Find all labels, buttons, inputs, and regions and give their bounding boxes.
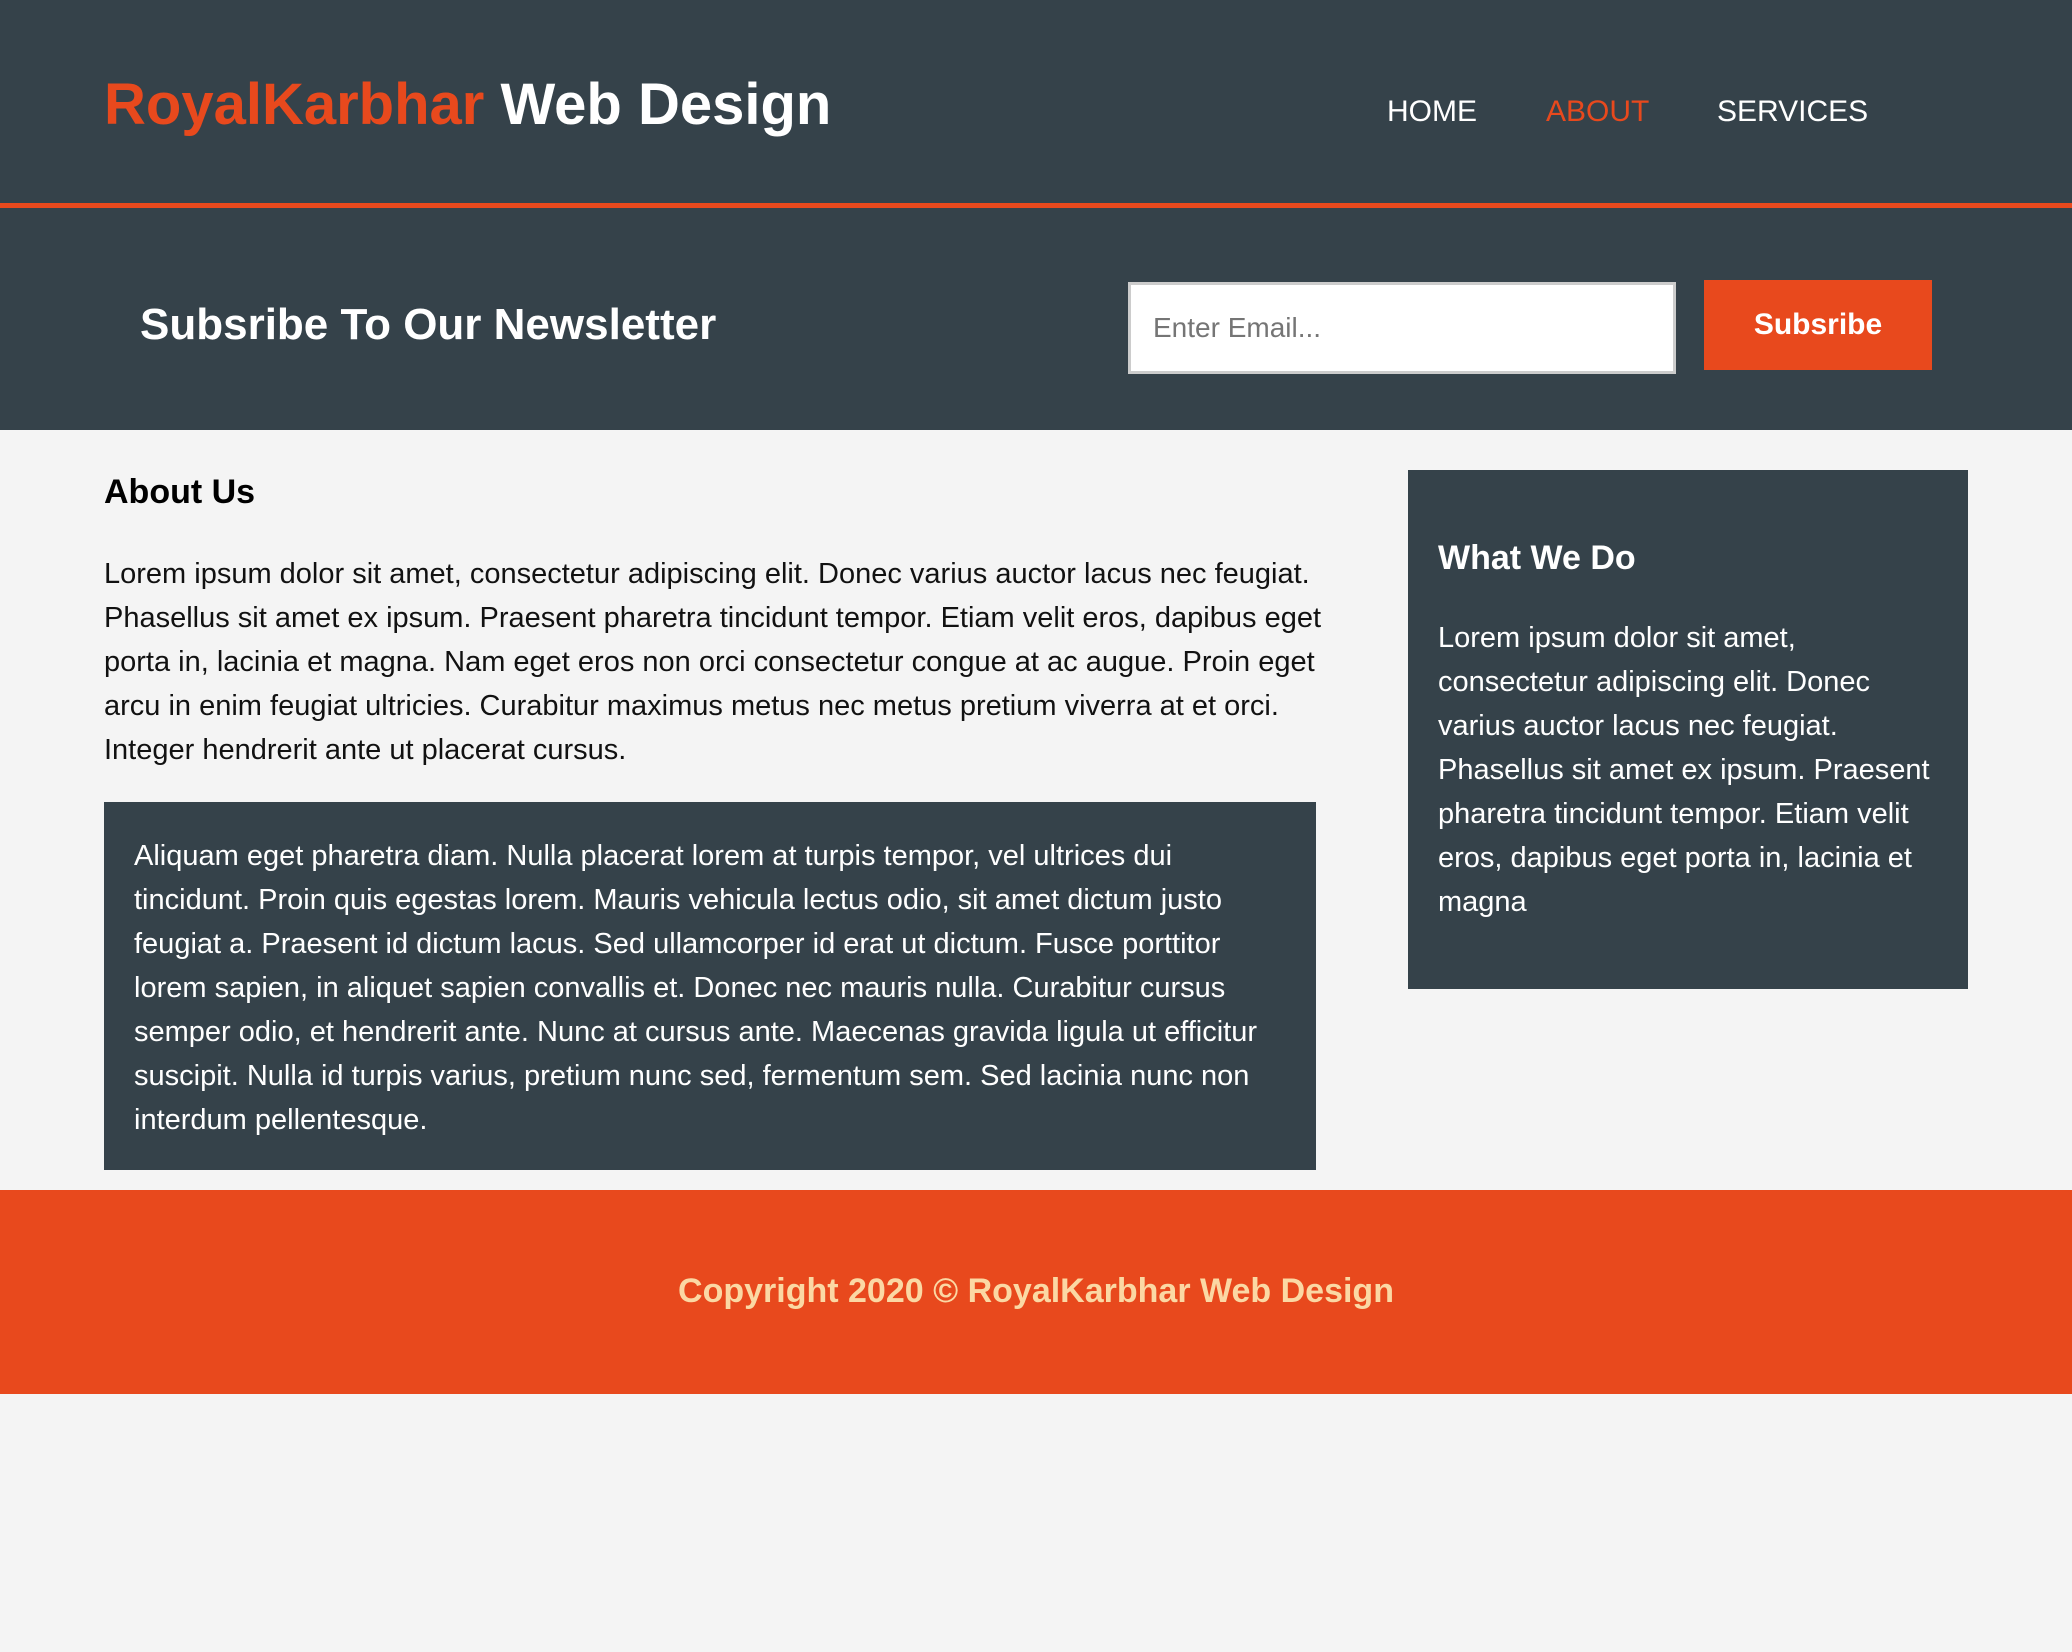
nav-link-about[interactable]: About [1546, 92, 1649, 132]
nav-link-home[interactable]: Home [1387, 92, 1477, 132]
newsletter-title: Subsribe To Our Newsletter [140, 300, 717, 349]
email-input[interactable] [1128, 282, 1676, 374]
about-paragraph: Lorem ipsum dolor sit amet, consectetur … [104, 558, 1322, 766]
site-header: RoyalKarbhar Web Design Home About Servi… [0, 0, 2072, 208]
main-nav: Home About Services [0, 92, 2072, 132]
highlight-paragraph: Aliquam eget pharetra diam. Nulla placer… [134, 840, 1258, 1136]
highlight-block: Aliquam eget pharetra diam. Nulla placer… [104, 802, 1316, 1170]
subscribe-button[interactable]: Subsribe [1704, 280, 1932, 370]
newsletter-section: Subsribe To Our Newsletter Subsribe [0, 208, 2072, 430]
site-footer: Copyright 2020 © RoyalKarbhar Web Design [0, 1190, 2072, 1394]
page-title: About Us [104, 473, 256, 511]
sidebar-title: What We Do [1438, 539, 1636, 577]
sidebar-text: Lorem ipsum dolor sit amet, consectetur … [1438, 622, 1930, 918]
nav-link-services[interactable]: Services [1717, 92, 1868, 132]
copyright-text: Copyright 2020 © RoyalKarbhar Web Design [678, 1272, 1394, 1310]
sidebar-what-we-do: What We Do Lorem ipsum dolor sit amet, c… [1408, 470, 1968, 989]
